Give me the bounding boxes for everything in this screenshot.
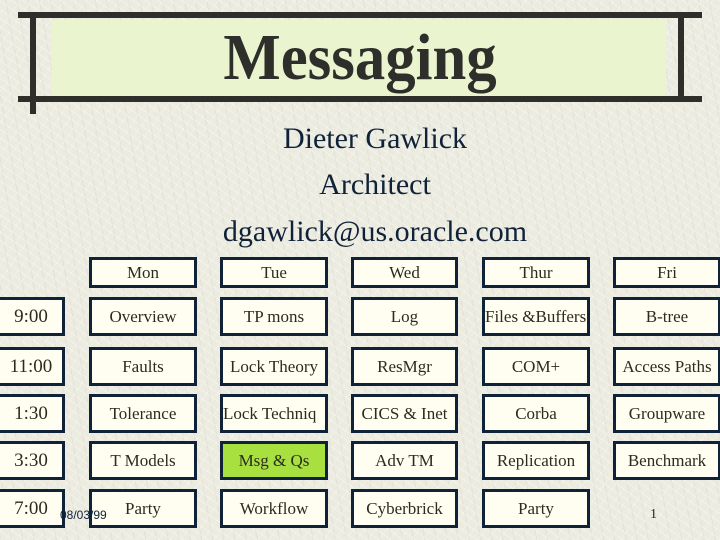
slide-title: Messaging: [223, 21, 497, 94]
session-cell: Groupware: [613, 394, 720, 433]
day-header-tue: Tue: [220, 257, 328, 288]
time-slot-label: 1:30: [0, 394, 65, 433]
day-header-thur: Thur: [482, 257, 590, 288]
time-slot-label: 3:30: [0, 441, 65, 480]
session-cell: Log: [351, 297, 458, 336]
session-cell: Adv TM: [351, 441, 458, 480]
session-cell: Lock Techniq: [220, 394, 328, 433]
session-cell: ResMgr: [351, 347, 458, 386]
session-cell: Overview: [89, 297, 197, 336]
session-cell: Workflow: [220, 489, 328, 528]
session-cell: Access Paths: [613, 347, 720, 386]
session-cell: B-tree: [613, 297, 720, 336]
session-cell: CICS & Inet: [351, 394, 458, 433]
session-cell: Faults: [89, 347, 197, 386]
page-number: 1: [650, 507, 657, 522]
time-slot-label: 11:00: [0, 347, 65, 386]
day-header-wed: Wed: [351, 257, 458, 288]
time-slot-label: 7:00: [0, 489, 65, 528]
day-header-fri: Fri: [613, 257, 720, 288]
author-role: Architect: [319, 168, 431, 201]
session-cell: Corba: [482, 394, 590, 433]
session-cell-highlighted: Msg & Qs: [220, 441, 328, 480]
session-cell: Tolerance: [89, 394, 197, 433]
session-cell: Party: [482, 489, 590, 528]
day-header-mon: Mon: [89, 257, 197, 288]
session-cell: Files &Buffers: [482, 297, 590, 336]
author-name: Dieter Gawlick: [282, 122, 468, 155]
author-email: dgawlick@us.oracle.com: [222, 215, 528, 248]
session-cell: Lock Theory: [220, 347, 328, 386]
session-cell: T Models: [89, 441, 197, 480]
session-cell: Replication: [482, 441, 590, 480]
footer-date: 08/03/99: [60, 508, 107, 522]
session-cell: TP mons: [220, 297, 328, 336]
session-cell: COM+: [482, 347, 590, 386]
time-slot-label: 9:00: [0, 297, 65, 336]
session-cell: Cyberbrick: [351, 489, 458, 528]
session-cell: Benchmark: [613, 441, 720, 480]
